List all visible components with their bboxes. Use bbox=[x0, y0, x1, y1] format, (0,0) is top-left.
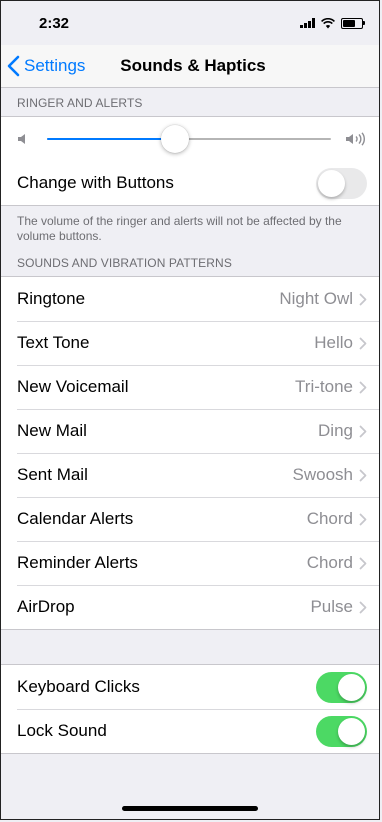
pattern-label: New Voicemail bbox=[17, 377, 129, 396]
chevron-right-icon bbox=[359, 513, 367, 525]
pattern-row-new-voicemail[interactable]: New Voicemail Tri-tone bbox=[1, 365, 379, 409]
status-bar: 2:32 bbox=[1, 1, 379, 45]
toggle-row-lock-sound: Lock Sound bbox=[1, 709, 379, 753]
chevron-right-icon bbox=[359, 601, 367, 613]
home-indicator bbox=[122, 806, 258, 811]
lock-sound-toggle[interactable] bbox=[316, 715, 367, 747]
navigation-bar: Settings Sounds & Haptics bbox=[1, 45, 379, 88]
ringer-volume-slider[interactable] bbox=[47, 125, 331, 153]
toggle-label: Lock Sound bbox=[17, 721, 107, 740]
volume-low-icon bbox=[18, 134, 25, 144]
pattern-label: AirDrop bbox=[17, 597, 75, 616]
patterns-section-header: SOUNDS AND VIBRATION PATTERNS bbox=[17, 256, 232, 270]
battery-icon bbox=[341, 17, 365, 29]
toggle-row-keyboard-clicks: Keyboard Clicks bbox=[1, 665, 379, 709]
pattern-row-sent-mail[interactable]: Sent Mail Swoosh bbox=[1, 453, 379, 497]
pattern-label: Text Tone bbox=[17, 333, 90, 352]
pattern-value: Pulse bbox=[310, 597, 353, 616]
phone-screen: 2:32 Settings Sounds & Haptics RINGER AN… bbox=[0, 0, 380, 820]
pattern-label: Sent Mail bbox=[17, 465, 88, 484]
pattern-row-reminder-alerts[interactable]: Reminder Alerts Chord bbox=[1, 541, 379, 585]
pattern-value: Chord bbox=[306, 553, 353, 572]
chevron-right-icon bbox=[359, 293, 367, 305]
pattern-row-ringtone[interactable]: Ringtone Night Owl bbox=[1, 277, 379, 321]
pattern-label: Ringtone bbox=[17, 289, 86, 308]
page-title: Sounds & Haptics bbox=[120, 56, 266, 75]
ringer-footnote: The volume of the ringer and alerts will… bbox=[17, 214, 342, 243]
volume-high-icon bbox=[346, 132, 365, 146]
status-time: 2:32 bbox=[39, 14, 70, 32]
patterns-group: Ringtone Night Owl Text Tone Hello New Voice… bbox=[1, 276, 379, 630]
change-with-buttons-toggle[interactable] bbox=[316, 167, 367, 199]
ringer-section-header: RINGER AND ALERTS bbox=[17, 96, 143, 110]
pattern-label: New Mail bbox=[17, 421, 87, 440]
toggle-label: Keyboard Clicks bbox=[17, 677, 140, 696]
change-with-buttons-row: Change with Buttons bbox=[1, 161, 379, 205]
pattern-value: Ding bbox=[318, 421, 353, 440]
change-with-buttons-label: Change with Buttons bbox=[17, 173, 174, 192]
pattern-row-text-tone[interactable]: Text Tone Hello bbox=[1, 321, 379, 365]
signal-icon bbox=[300, 18, 315, 28]
slider-knob[interactable] bbox=[160, 125, 189, 153]
pattern-label: Reminder Alerts bbox=[17, 553, 138, 572]
pattern-row-new-mail[interactable]: New Mail Ding bbox=[1, 409, 379, 453]
pattern-value: Hello bbox=[314, 333, 353, 352]
chevron-right-icon bbox=[359, 381, 367, 393]
pattern-value: Chord bbox=[306, 509, 353, 528]
wifi-icon bbox=[321, 17, 335, 28]
ringer-group: Change with Buttons bbox=[1, 116, 379, 206]
ringer-volume-slider-row bbox=[1, 117, 379, 161]
pattern-label: Calendar Alerts bbox=[17, 509, 134, 528]
chevron-right-icon bbox=[359, 337, 367, 349]
pattern-value: Swoosh bbox=[292, 465, 353, 484]
pattern-row-airdrop[interactable]: AirDrop Pulse bbox=[1, 585, 379, 629]
status-icons bbox=[300, 17, 365, 29]
toggles-group: Keyboard Clicks Lock Sound bbox=[1, 664, 379, 754]
keyboard-clicks-toggle[interactable] bbox=[316, 671, 367, 703]
chevron-right-icon bbox=[359, 469, 367, 481]
chevron-right-icon bbox=[359, 425, 367, 437]
pattern-value: Night Owl bbox=[279, 289, 353, 308]
pattern-row-calendar-alerts[interactable]: Calendar Alerts Chord bbox=[1, 497, 379, 541]
chevron-right-icon bbox=[359, 557, 367, 569]
pattern-value: Tri-tone bbox=[295, 377, 353, 396]
